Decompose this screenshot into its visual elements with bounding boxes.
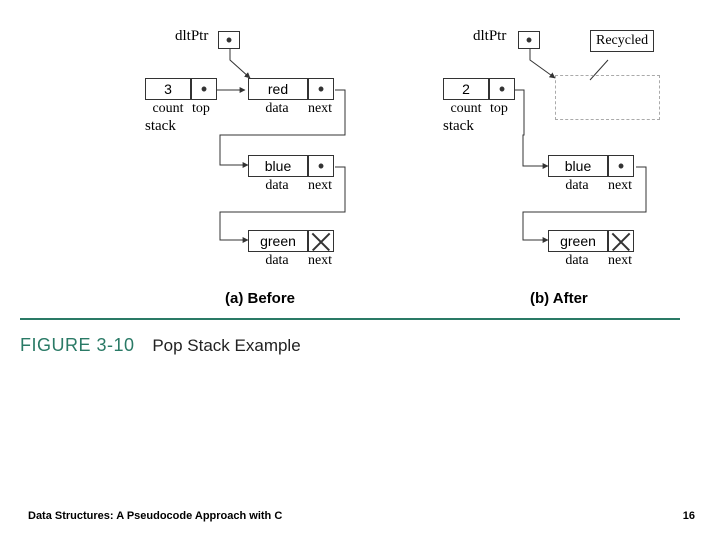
data-label-a1: data <box>552 253 602 269</box>
top-label-after: top <box>481 101 517 117</box>
figure-number: FIGURE 3-10 <box>20 335 135 355</box>
before-node2-data: green <box>248 230 308 252</box>
after-node1-data: green <box>548 230 608 252</box>
before-node0-next: • <box>308 78 334 100</box>
after-node0-data: blue <box>548 155 608 177</box>
top-label-before: top <box>183 101 219 117</box>
after-node1-next <box>608 230 634 252</box>
data-label-a0: data <box>552 178 602 194</box>
stack-label-before: stack <box>145 118 176 135</box>
dltptr-box-before: • <box>218 31 240 49</box>
data-label-b1: data <box>252 178 302 194</box>
after-top-cell: • <box>489 78 515 100</box>
before-caption: (a) Before <box>225 290 295 307</box>
dltptr-box-after: • <box>518 31 540 49</box>
next-label-a1: next <box>600 253 640 269</box>
next-label-b1: next <box>300 178 340 194</box>
dltptr-label-before: dltPtr <box>175 28 208 45</box>
after-node0-next: • <box>608 155 634 177</box>
null-icon <box>311 231 331 251</box>
next-label-a0: next <box>600 178 640 194</box>
page-number: 16 <box>683 510 695 522</box>
after-count-cell: 2 <box>443 78 489 100</box>
before-count-cell: 3 <box>145 78 191 100</box>
diagram-canvas: dltPtr • 3 • count top stack red • data … <box>0 0 720 540</box>
figure-caption: FIGURE 3-10 Pop Stack Example <box>20 335 301 356</box>
recycled-label-box: Recycled <box>590 30 654 52</box>
before-node1-data: blue <box>248 155 308 177</box>
recycled-label: Recycled <box>596 33 648 49</box>
next-label-b0: next <box>300 101 340 117</box>
dltptr-label-after: dltPtr <box>473 28 506 45</box>
recycled-ghost-box <box>555 75 660 120</box>
after-count-value: 2 <box>462 81 470 97</box>
before-node1-next: • <box>308 155 334 177</box>
footer-text: Data Structures: A Pseudocode Approach w… <box>28 510 282 522</box>
before-top-cell: • <box>191 78 217 100</box>
next-label-b2: next <box>300 253 340 269</box>
divider-line <box>20 318 680 320</box>
before-node0-data: red <box>248 78 308 100</box>
figure-title: Pop Stack Example <box>152 336 300 355</box>
data-label-b2: data <box>252 253 302 269</box>
before-node2-next <box>308 230 334 252</box>
stack-label-after: stack <box>443 118 474 135</box>
null-icon <box>611 231 631 251</box>
before-count-value: 3 <box>164 81 172 97</box>
data-label-b0: data <box>252 101 302 117</box>
after-caption: (b) After <box>530 290 588 307</box>
